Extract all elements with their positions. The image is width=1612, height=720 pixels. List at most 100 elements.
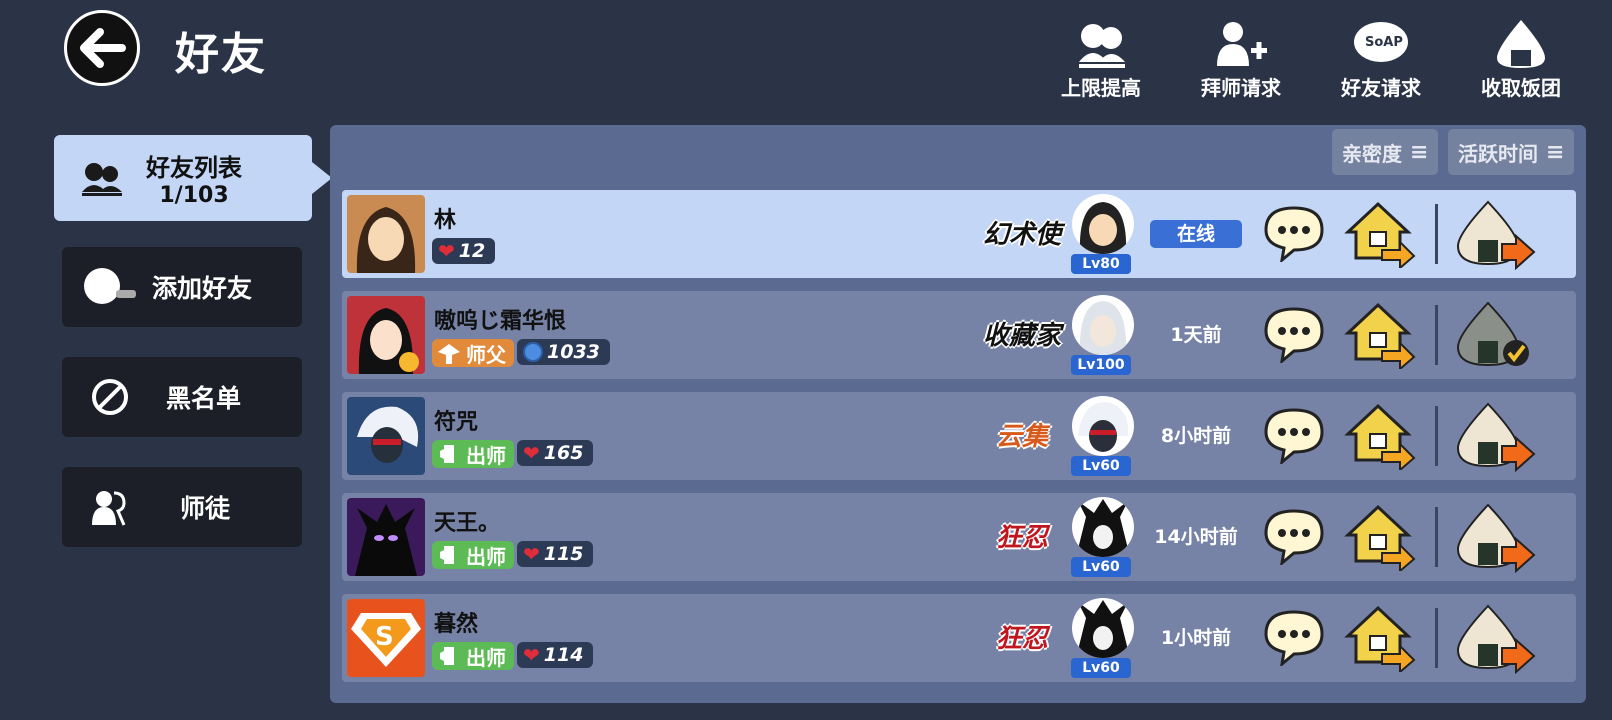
chat-icon[interactable] [1262,204,1326,262]
friend-row[interactable]: S 暮然 出师 ❤ 114 狂忍 Lv60 1小时前 [342,594,1576,682]
affinity-value: 12 [458,240,486,262]
chat-icon[interactable] [1262,305,1326,363]
visit-home-icon[interactable] [1342,198,1416,268]
add-mentor-icon [1217,22,1267,66]
affinity-badge: ❤ 12 [432,238,496,264]
collect-rice-label: 收取饭团 [1481,76,1561,100]
back-button[interactable] [64,10,140,86]
sort-active-time-label: 活跃时间 [1458,141,1538,166]
visit-home-icon[interactable] [1342,501,1416,571]
send-rice-ball-icon[interactable] [1452,602,1536,674]
divider [1435,204,1438,264]
add-friend-icon [80,257,140,317]
arrow-left-icon [80,28,126,68]
mentor-request-label: 拜师请求 [1201,76,1281,100]
block-icon [80,367,140,427]
last-active-status: 1小时前 [1160,627,1232,649]
heart-icon: ❤ [523,441,540,465]
friend-row[interactable]: 符咒 出师 ❤ 165 云集 Lv60 8小时前 [342,392,1576,480]
level-badge: Lv60 [1071,557,1131,577]
collect-rice-button[interactable]: 收取饭团 [1456,18,1586,104]
friend-row[interactable]: 嗷呜じ霜华恨 师父 1033 收藏家 Lv100 1天前 [342,291,1576,379]
visit-home-icon[interactable] [1342,400,1416,470]
raise-limit-label: 上限提高 [1061,76,1141,100]
title-badge: 狂忍 [995,523,1048,553]
avatar [347,296,425,374]
avatar [347,498,425,576]
friend-name: 林 [434,208,457,233]
affinity-badge: ❤ 115 [517,541,594,567]
online-status: 在线 [1150,220,1242,248]
menu-icon: ≡ [1410,139,1429,165]
svg-text:S: S [375,622,394,652]
send-rice-ball-icon[interactable] [1452,501,1536,573]
title-badge: 收藏家 [982,321,1061,351]
coin-icon [523,342,543,362]
title-badge: 幻术使 [982,220,1061,250]
chat-icon[interactable] [1262,608,1326,666]
relation-badge: 师父 [432,339,514,367]
character-avatar [1072,396,1134,456]
sidebar-item-friend-list[interactable]: 好友列表 1/103 [54,135,332,221]
friend-list-panel: 亲密度 ≡ 活跃时间 ≡ 林 ❤ 12 幻术使 Lv80 在线 嗷呜じ霜华恨 师… [330,125,1586,703]
soap-bubble-icon: SoAP [1354,22,1408,62]
chat-icon[interactable] [1262,507,1326,565]
send-rice-ball-icon[interactable] [1452,400,1536,472]
rice-ball-icon [1497,20,1545,68]
divider [1435,305,1438,365]
page-title: 好友 [175,29,267,80]
sidebar-active-label: 好友列表 [146,154,242,182]
friend-count: 1/103 [159,183,229,208]
relation-label: 出师 [466,443,506,468]
affinity-badge: ❤ 114 [517,642,594,668]
friend-name: 暮然 [434,612,479,637]
mentor-hat-icon [438,344,460,364]
visit-home-icon[interactable] [1342,602,1416,672]
raise-limit-button[interactable]: 上限提高 [1036,18,1166,104]
relation-badge: 出师 [432,440,514,468]
mentor-icon [80,477,140,537]
heart-icon: ❤ [438,239,455,263]
title-badge: 云集 [995,422,1048,452]
avatar [347,195,425,273]
heart-icon: ❤ [523,542,540,566]
sidebar-item-blacklist[interactable]: 黑名单 [62,357,302,437]
friend-row[interactable]: 林 ❤ 12 幻术使 Lv80 在线 [342,190,1576,278]
graduate-icon [440,445,454,463]
send-rice-ball-icon[interactable] [1452,198,1536,270]
affinity-badge: ❤ 165 [517,440,594,466]
group-up-icon [1079,24,1125,68]
sidebar-item-mentor[interactable]: 师徒 [62,467,302,547]
chat-icon[interactable] [1262,406,1326,464]
level-badge: Lv60 [1071,658,1131,678]
sort-active-time-button[interactable]: 活跃时间 ≡ [1448,129,1575,175]
graduate-icon [440,546,454,564]
graduate-icon [440,647,454,665]
sidebar-item-label: 师徒 [180,494,231,523]
character-avatar [1072,598,1134,658]
friend-request-button[interactable]: SoAP 好友请求 [1316,18,1446,104]
sidebar-item-add-friend[interactable]: 添加好友 [62,247,302,327]
character-avatar [1072,295,1134,355]
affinity-value: 165 [543,442,584,464]
character-avatar [1072,497,1134,557]
friends-icon [72,148,132,208]
relation-badge: 出师 [432,541,514,569]
menu-icon: ≡ [1546,139,1565,165]
relation-badge: 出师 [432,642,514,670]
mentor-request-button[interactable]: 拜师请求 [1176,18,1306,104]
sidebar-item-label: 添加好友 [152,274,253,303]
divider [1435,406,1438,466]
top-action-bar: 上限提高 拜师请求 SoAP 好友请求 收取饭团 [1036,18,1586,104]
friend-list: 林 ❤ 12 幻术使 Lv80 在线 嗷呜じ霜华恨 师父 1033 收藏家 Lv… [342,190,1576,695]
level-badge: Lv100 [1071,355,1131,375]
affinity-value: 114 [543,644,584,666]
level-badge: Lv60 [1071,456,1131,476]
friend-name: 天王。 [434,511,501,536]
visit-home-icon[interactable] [1342,299,1416,369]
friend-row[interactable]: 天王。 出师 ❤ 115 狂忍 Lv60 14小时前 [342,493,1576,581]
relation-label: 师父 [466,342,506,367]
level-badge: Lv80 [1071,254,1131,274]
friend-request-label: 好友请求 [1341,76,1421,100]
sort-affinity-button[interactable]: 亲密度 ≡ [1332,129,1439,175]
